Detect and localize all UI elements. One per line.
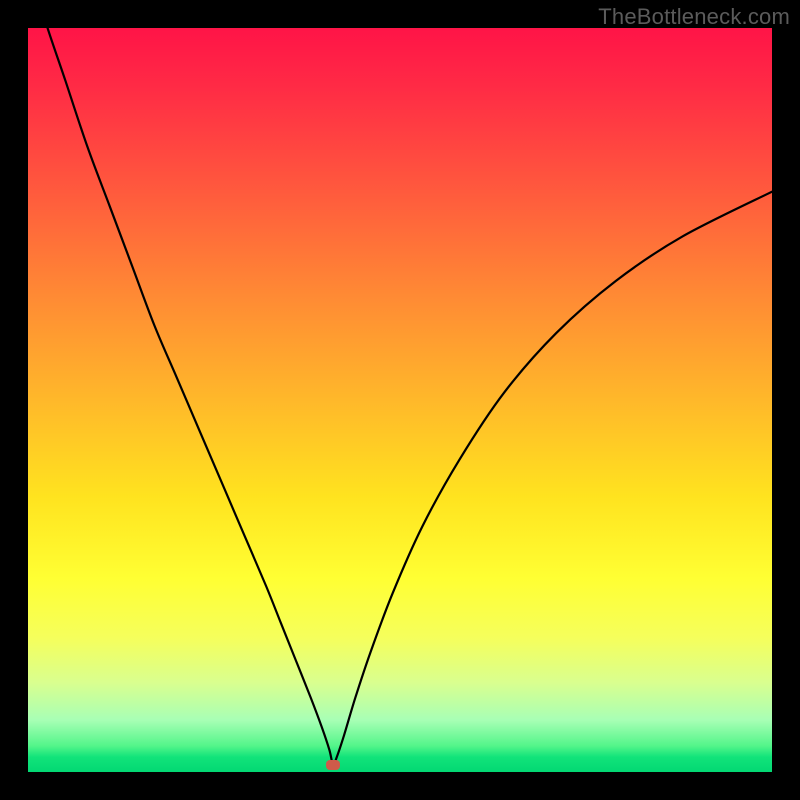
plot-area [28, 28, 772, 772]
watermark-text: TheBottleneck.com [598, 4, 790, 30]
bottleneck-curve [28, 28, 772, 765]
chart-frame: TheBottleneck.com [0, 0, 800, 800]
optimal-point-marker [326, 760, 340, 770]
curve-layer [28, 28, 772, 772]
